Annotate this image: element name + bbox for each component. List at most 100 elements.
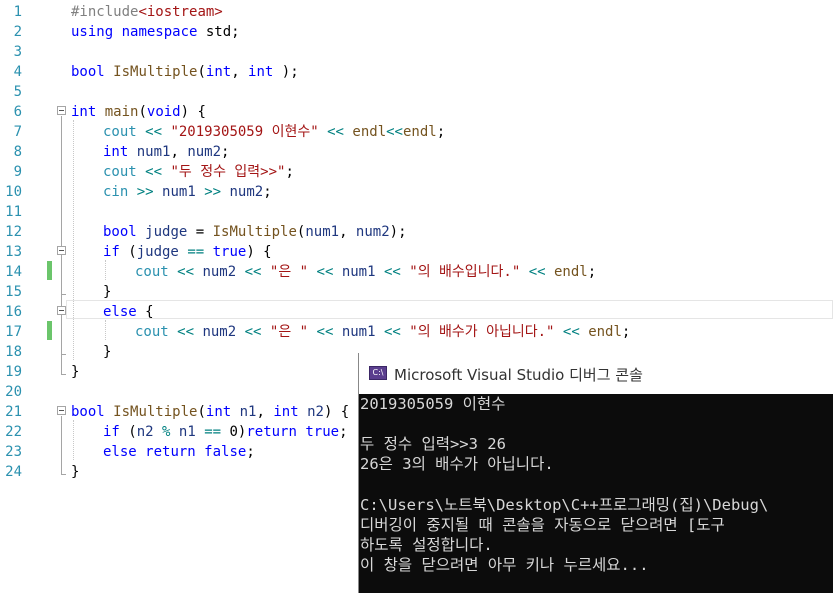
code-text[interactable]: } <box>71 462 79 482</box>
code-token: ( <box>197 64 206 80</box>
line-number: 21 <box>5 404 22 420</box>
code-token: int <box>273 404 299 420</box>
code-token: cout <box>135 324 169 340</box>
code-token: ; <box>263 184 272 200</box>
code-text[interactable]: cout << "2019305059 이현수" << endl<<endl; <box>103 122 445 142</box>
code-line[interactable]: 16 else { <box>0 302 833 322</box>
code-token: "의 배수입니다." <box>409 264 521 280</box>
code-token: IsMultiple <box>113 64 198 80</box>
code-token: >> <box>204 184 222 200</box>
code-text[interactable]: } <box>71 362 79 382</box>
change-marker-line-17 <box>47 321 52 340</box>
indent-guide <box>105 260 106 280</box>
code-token: "은 " <box>269 324 309 340</box>
code-token: cout <box>135 264 169 280</box>
code-text[interactable]: cout << num2 << "은 " << num1 << "의 배수가 아… <box>135 322 630 342</box>
code-text[interactable]: using namespace std; <box>71 22 240 42</box>
console-line: 2019305059 이현수 <box>360 395 506 413</box>
line-number: 24 <box>5 464 22 480</box>
fold-line-main <box>61 116 62 374</box>
code-text[interactable]: cin >> num1 >> num2; <box>103 182 272 202</box>
code-token: == <box>204 424 222 440</box>
code-text[interactable]: #include<iostream> <box>71 2 223 22</box>
indent-guide <box>73 120 74 360</box>
code-line[interactable]: 6 int main(void) { <box>0 102 833 122</box>
code-text[interactable]: } <box>103 282 111 302</box>
code-token: <iostream> <box>138 4 223 20</box>
code-token: if <box>103 244 120 260</box>
fold-toggle-main[interactable] <box>57 106 66 115</box>
code-token: std; <box>197 24 240 40</box>
code-token: ) { <box>323 404 350 420</box>
console-titlebar[interactable]: C:\ Microsoft Visual Studio 디버그 콘솔 <box>359 353 833 394</box>
code-text[interactable]: else { <box>103 302 154 322</box>
code-text[interactable]: bool IsMultiple(int n1, int n2) { <box>71 402 349 422</box>
line-number: 11 <box>5 204 22 220</box>
code-line[interactable]: 5 <box>0 82 833 102</box>
code-text[interactable]: int main(void) { <box>71 102 206 122</box>
indent-guide <box>73 420 74 460</box>
code-line[interactable]: 13 if (judge == true) { <box>0 242 833 262</box>
code-token: , <box>231 64 249 80</box>
fold-toggle-ismultiple[interactable] <box>57 406 66 415</box>
code-token: } <box>71 364 80 380</box>
code-token: ; <box>621 324 631 340</box>
code-text[interactable]: cout << num2 << "은 " << num1 << "의 배수입니다… <box>135 262 596 282</box>
code-line[interactable]: 8 int num1, num2; <box>0 142 833 162</box>
debug-console-window[interactable]: C:\ Microsoft Visual Studio 디버그 콘솔 20193… <box>358 353 833 593</box>
code-token: num2 <box>355 224 390 240</box>
code-text[interactable]: if (n2 % n1 == 0)return true; <box>103 422 348 442</box>
code-line[interactable]: 12 bool judge = IsMultiple(num1, num2); <box>0 222 833 242</box>
code-line[interactable]: 10 cin >> num1 >> num2; <box>0 182 833 202</box>
code-line[interactable]: 11 <box>0 202 833 222</box>
console-line: 26은 3의 배수가 아닙니다. <box>360 455 554 474</box>
code-line[interactable]: 3 <box>0 42 833 62</box>
console-output[interactable]: 2019305059 이현수 두 정수 입력>>3 26 26은 3의 배수가 아닙… <box>359 394 833 593</box>
code-token: cin <box>103 184 129 200</box>
code-text[interactable]: if (judge == true) { <box>103 242 272 262</box>
code-text[interactable]: cout << "두 정수 입력>>"; <box>103 162 294 182</box>
code-token: 0) <box>221 424 247 440</box>
code-line[interactable]: 1 #include<iostream> <box>0 2 833 22</box>
code-line[interactable]: 14 cout << num2 << "은 " << num1 << "의 배수입… <box>0 262 833 282</box>
code-token: } <box>71 464 80 480</box>
code-token: ( <box>119 244 137 260</box>
code-token: IsMultiple <box>212 224 297 240</box>
line-number: 14 <box>5 264 22 280</box>
code-line[interactable]: 17 cout << num2 << "은 " << num1 << "의 배수가… <box>0 322 833 342</box>
change-marker-line-14 <box>47 261 52 280</box>
code-token: return <box>246 424 297 440</box>
code-text[interactable]: bool IsMultiple(int, int ); <box>71 62 299 82</box>
line-number: 18 <box>5 344 22 360</box>
line-number: 23 <box>5 444 22 460</box>
code-token: num2 <box>187 144 222 160</box>
code-text[interactable]: int num1, num2; <box>103 142 229 162</box>
code-line[interactable]: 2 using namespace std; <box>0 22 833 42</box>
console-line: 하도록 설정합니다. <box>360 535 493 554</box>
code-token: , <box>339 224 356 240</box>
code-line[interactable]: 4 bool IsMultiple(int, int ); <box>0 62 833 82</box>
code-line[interactable]: 7 cout << "2019305059 이현수" << endl<<endl; <box>0 122 833 142</box>
line-number: 5 <box>13 84 22 100</box>
code-line[interactable]: 15} <box>0 282 833 302</box>
code-text[interactable]: else return false; <box>103 442 255 462</box>
code-text[interactable]: } <box>103 342 111 362</box>
code-token: bool <box>103 224 137 240</box>
fold-toggle-else[interactable] <box>57 306 66 315</box>
code-line[interactable]: 9 cout << "두 정수 입력>>"; <box>0 162 833 182</box>
code-token: == <box>187 244 205 260</box>
code-text[interactable]: bool judge = IsMultiple(num1, num2); <box>103 222 407 242</box>
code-token: if <box>103 424 120 440</box>
fold-toggle-if[interactable] <box>57 246 66 255</box>
code-token: endl <box>402 124 437 140</box>
